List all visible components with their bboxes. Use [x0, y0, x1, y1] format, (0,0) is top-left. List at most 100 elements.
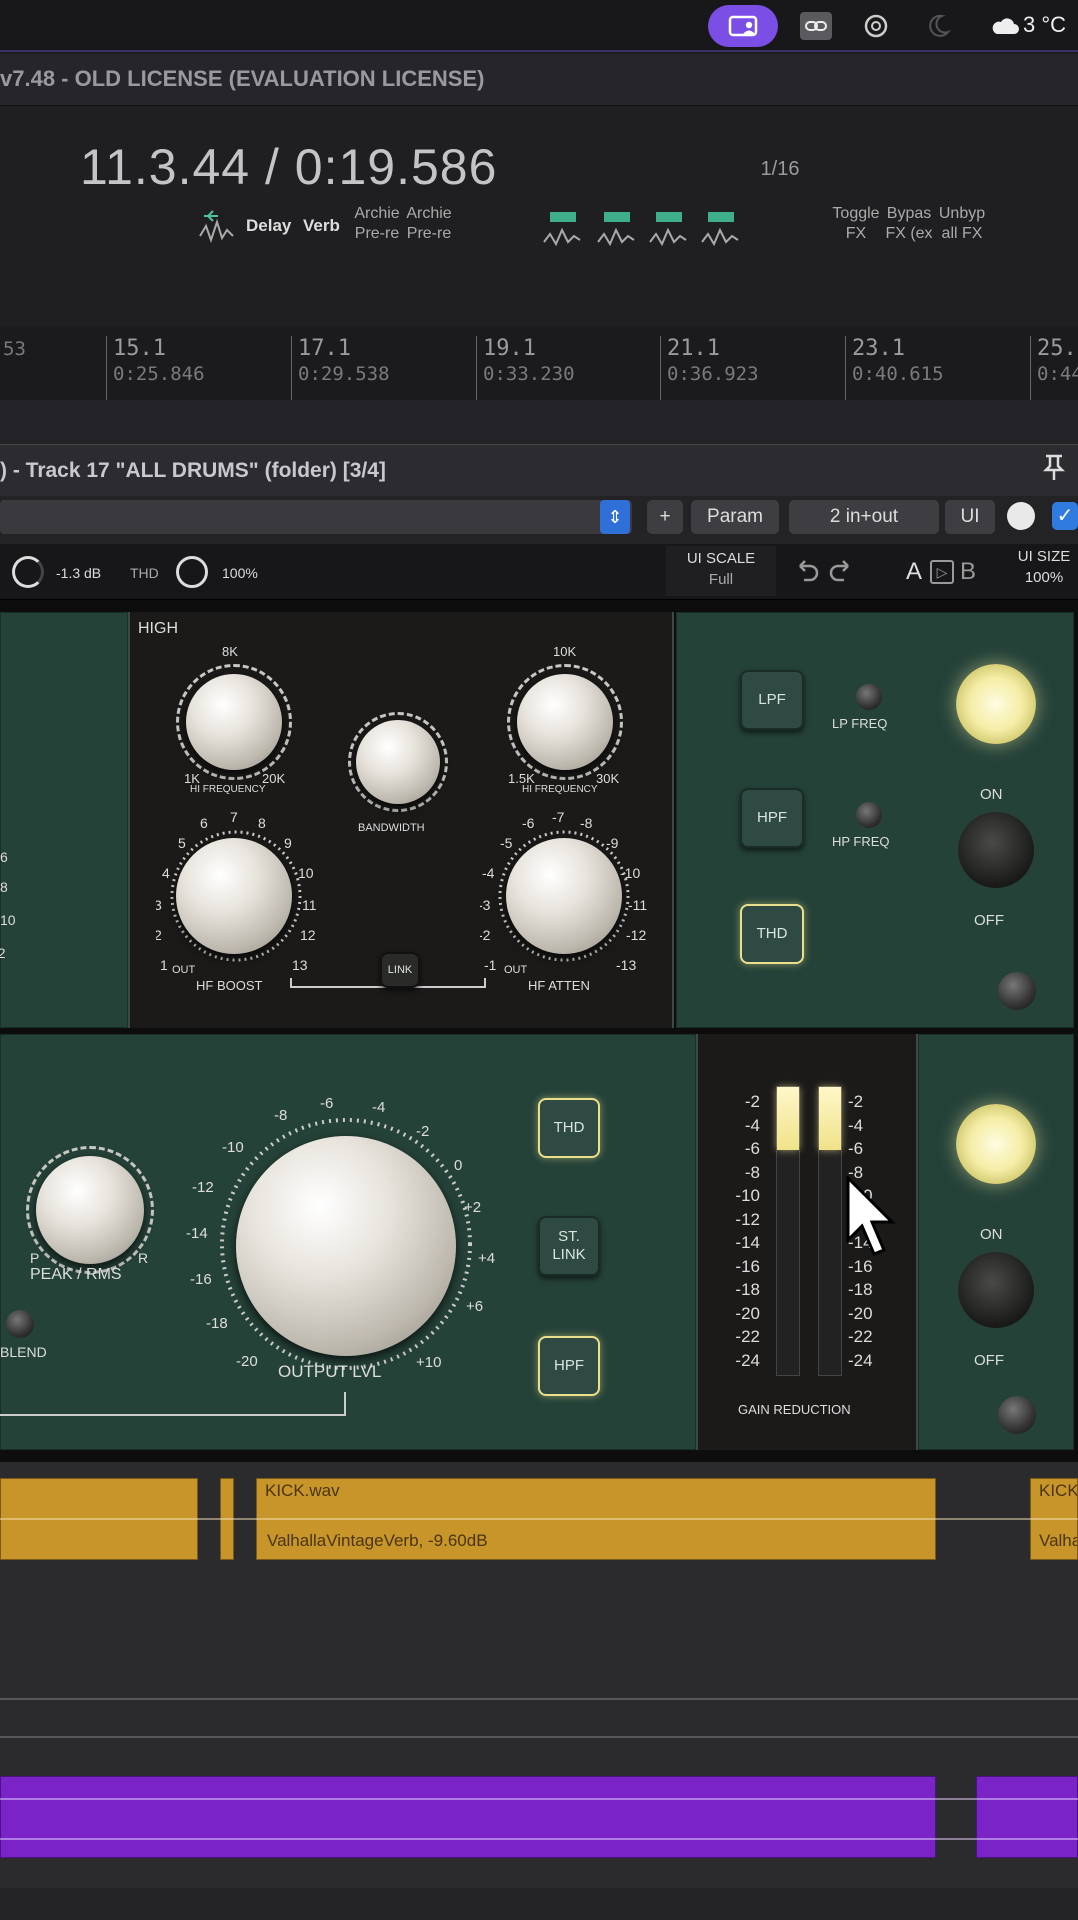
output-scale-tick: +2: [464, 1199, 481, 1216]
svg-text:5: 5: [178, 835, 186, 851]
weather-cloud-icon: [990, 12, 1020, 43]
preset-b-button[interactable]: B: [960, 558, 976, 586]
preset-select-arrow-icon[interactable]: ⇕: [600, 500, 630, 534]
screen-share-icon[interactable]: [708, 5, 778, 47]
verb-button[interactable]: Verb: [303, 216, 340, 236]
blend-knob[interactable]: [6, 1310, 34, 1338]
output-scale-tick: -20: [236, 1353, 258, 1370]
hi-freq-1-label: HI FREQUENCY: [190, 784, 266, 795]
moon-icon[interactable]: [924, 12, 952, 45]
hp-freq-knob[interactable]: [856, 802, 882, 828]
blend-label: BLEND: [0, 1344, 47, 1360]
ruler-mark: 15.1 0:25.846: [106, 336, 205, 400]
meter-left-level: [777, 1087, 799, 1151]
audio-clip-purple-2[interactable]: [976, 1776, 1078, 1858]
svg-text:1: 1: [160, 957, 168, 973]
envelope-icon-2[interactable]: [596, 206, 640, 255]
eq-thd-button[interactable]: THD: [740, 904, 804, 964]
pin-icon[interactable]: [1040, 452, 1068, 487]
ruler-mark: 17.1 0:29.538: [291, 336, 390, 400]
add-fx-button[interactable]: +: [647, 500, 683, 534]
envelope-icon-4[interactable]: [700, 206, 744, 255]
svg-text:10: 10: [0, 912, 16, 928]
envelope-icon-1[interactable]: [542, 206, 586, 255]
hf-boost-knob[interactable]: [176, 838, 292, 954]
input-gain-knob[interactable]: [12, 556, 44, 588]
link-button[interactable]: LINK: [380, 952, 420, 988]
enable-checkbox[interactable]: ✓: [1052, 502, 1078, 530]
ruler-mark: 19.1 0:33.230: [476, 336, 575, 400]
lp-freq-knob[interactable]: [856, 684, 882, 710]
comp-power-lamp: [956, 1104, 1036, 1184]
page-counter[interactable]: 1/16: [720, 148, 840, 190]
lp-freq-label: LP FREQ: [832, 716, 888, 731]
comp-hpf-button[interactable]: HPF: [538, 1336, 600, 1396]
copy-a-to-b-icon[interactable]: ▷: [930, 560, 954, 584]
eq-power-toggle[interactable]: [958, 812, 1034, 888]
track-lane-top[interactable]: [0, 400, 1078, 444]
hf-atten-knob[interactable]: [506, 838, 622, 954]
fx-window-title: ) - Track 17 "ALL DRUMS" (folder) [3/4]: [0, 459, 386, 482]
archie-pre-button-2[interactable]: Archie Pre-re: [404, 204, 454, 244]
ui-scale-control[interactable]: UI SCALE Full: [666, 546, 776, 596]
comp-off-label: OFF: [974, 1352, 1004, 1369]
unbypass-all-fx-button[interactable]: Unbyp all FX: [934, 204, 990, 244]
undo-icon[interactable]: [792, 556, 820, 589]
gain-reduction-label: GAIN REDUCTION: [738, 1402, 851, 1417]
output-scale-tick: -10: [222, 1139, 244, 1156]
timeline-ruler[interactable]: 53 15.1 0:25.846 17.1 0:29.538 19.1 0:33.23…: [0, 326, 1078, 400]
lpf-button[interactable]: LPF: [740, 670, 804, 730]
envelope-icon-3[interactable]: [648, 206, 692, 255]
svg-text:-9: -9: [606, 835, 619, 851]
hi-freq-1-top-label: 8K: [222, 644, 238, 659]
preset-a-button[interactable]: A: [906, 558, 922, 586]
delay-button[interactable]: Delay: [246, 216, 291, 236]
archie-pre-button-1[interactable]: Archie Pre-re: [352, 204, 402, 244]
high-label: HIGH: [138, 620, 178, 637]
svg-text:-1: -1: [484, 957, 497, 973]
eq-left-scale: 6 8 10 12: [0, 830, 26, 980]
output-scale-tick: -8: [274, 1107, 287, 1124]
link-icon[interactable]: [800, 12, 832, 40]
stereo-link-button[interactable]: ST. LINK: [538, 1216, 600, 1276]
thd-knob[interactable]: [176, 556, 208, 588]
comp-thd-button[interactable]: THD: [538, 1098, 600, 1158]
eq-on-label: ON: [980, 786, 1003, 803]
bandwidth-knob[interactable]: [356, 720, 440, 804]
app-title-bar: v7.48 - OLD LICENSE (EVALUATION LICENSE): [0, 54, 1078, 106]
output-lvl-knob[interactable]: [236, 1136, 456, 1356]
eq-screw: [998, 972, 1036, 1010]
hi-freq-2-knob[interactable]: [517, 674, 613, 770]
activity-icon[interactable]: [862, 12, 890, 45]
comp-power-toggle[interactable]: [958, 1252, 1034, 1328]
ui-size-control[interactable]: UI SIZE 100%: [1010, 548, 1078, 594]
toggle-fx-button[interactable]: Toggle FX: [826, 204, 886, 244]
meter-left: [776, 1086, 800, 1376]
svg-text:-8: -8: [580, 815, 593, 831]
svg-text:-11: -11: [628, 897, 647, 913]
svg-text:-4: -4: [482, 865, 495, 881]
fx-preset-select[interactable]: [0, 500, 632, 534]
hpf-button[interactable]: HPF: [740, 788, 804, 848]
hi-freq-1-knob[interactable]: [186, 674, 282, 770]
bypass-toggle-circle[interactable]: [1007, 502, 1035, 530]
param-button[interactable]: Param: [691, 500, 779, 534]
envelope-line: [0, 1518, 1078, 1520]
hf-atten-out-label: OUT: [504, 964, 528, 976]
meter-right-level: [819, 1087, 841, 1151]
audio-clip-purple[interactable]: [0, 1776, 936, 1858]
svg-text:-6: -6: [522, 815, 535, 831]
meter-scale-left: -2 -4 -6 -8 -10 -12 -14 -16 -18 -20 -22 -24: [735, 1092, 760, 1370]
loop-wave-icon[interactable]: [196, 206, 238, 251]
output-scale-tick: -2: [416, 1123, 429, 1140]
redo-icon[interactable]: [828, 556, 856, 589]
ui-button[interactable]: UI: [945, 500, 995, 534]
io-routing-button[interactable]: 2 in+out: [789, 500, 939, 534]
hi-freq-2-top-label: 10K: [553, 644, 577, 659]
thd-value: 100%: [222, 565, 258, 581]
bypass-fx-button[interactable]: Bypas FX (ex: [880, 204, 938, 244]
output-scale-tick: +4: [478, 1250, 496, 1267]
time-display: 11.3.44 / 0:19.586: [80, 139, 498, 195]
meter-right: [818, 1086, 842, 1376]
peak-rms-knob[interactable]: [36, 1156, 144, 1264]
